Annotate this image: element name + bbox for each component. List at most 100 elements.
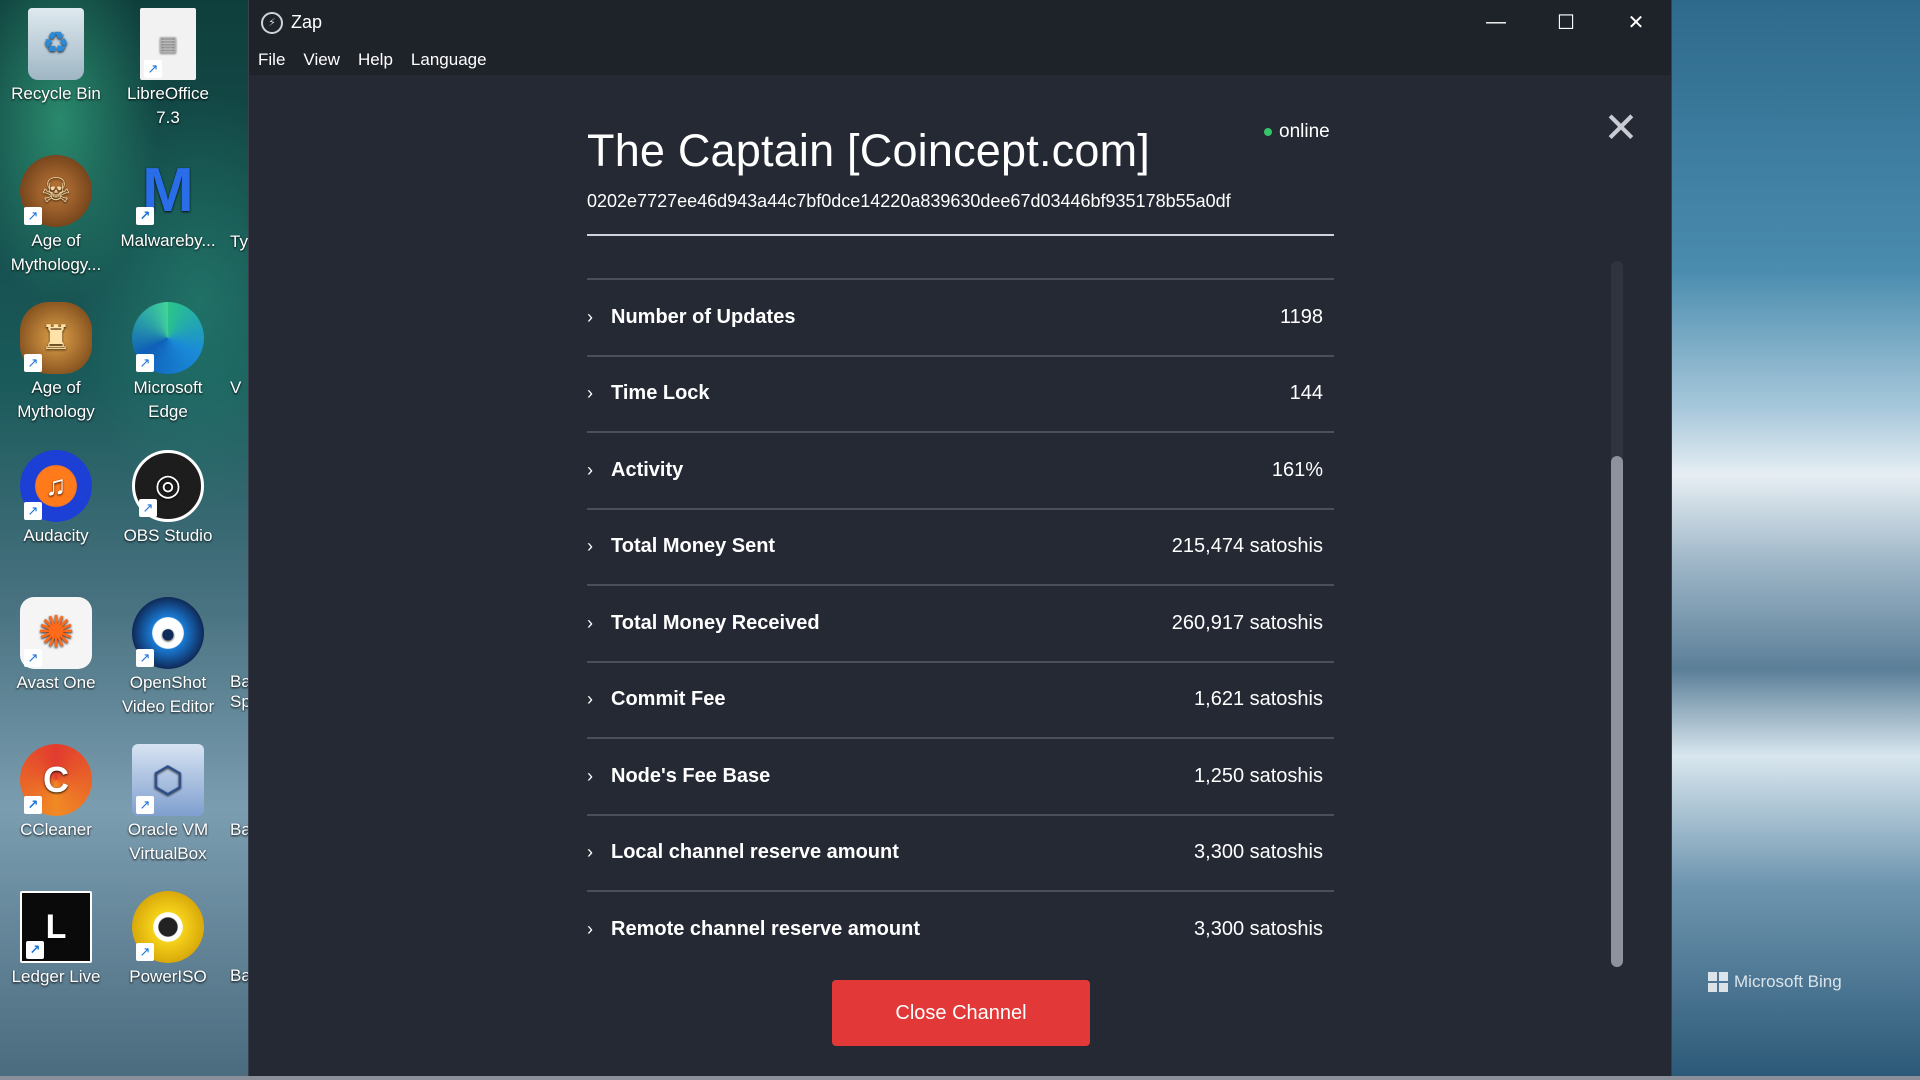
desktop-icon-label: Microsoft Edge [133,378,203,421]
menu-view[interactable]: View [303,50,340,70]
windows-logo-icon [1708,972,1728,992]
shortcut-arrow-icon: ↗ [136,943,154,961]
stat-row-remote-reserve[interactable]: › Remote channel reserve amount 3,300 sa… [587,890,1334,967]
desktop-icon-obs[interactable]: ◎ ↗ OBS Studio [116,450,220,548]
clipped-icon-label: Ba Sp [230,672,250,711]
desktop-icon-openshot[interactable]: ● ↗ OpenShot Video Editor [116,597,220,719]
stat-row-total-money-received[interactable]: › Total Money Received 260,917 satoshis [587,584,1334,661]
zap-logo-icon: ⚡ [261,11,283,34]
chevron-right-icon: › [587,842,593,863]
stat-row-activity[interactable]: › Activity 161% [587,431,1334,508]
menu-help[interactable]: Help [358,50,393,70]
scrollbar-thumb[interactable] [1611,456,1623,967]
desktop-icon-audacity[interactable]: ♫ ↗ Audacity [4,450,108,548]
menu-file[interactable]: File [258,50,285,70]
desktop-icon-recycle-bin[interactable]: ♻ Recycle Bin [4,8,108,106]
chevron-right-icon: › [587,459,593,480]
desktop-icon-libreoffice[interactable]: ▤ ↗ LibreOffice 7.3 [116,8,220,130]
stat-value: 260,917 satoshis [1171,611,1323,634]
status-label: online [1279,121,1330,142]
window-title: Zap [291,12,323,32]
desktop-icon-label: PowerISO [129,967,207,986]
maximize-icon[interactable]: ☐ [1531,0,1601,45]
stat-value: 3,300 satoshis [1194,917,1323,940]
stat-row-number-of-updates[interactable]: › Number of Updates 1198 [587,278,1334,355]
stat-row-total-money-sent[interactable]: › Total Money Sent 215,474 satoshis [587,507,1334,585]
desktop-icon-label: OpenShot Video Editor [121,673,215,716]
desktop-icon-ccleaner[interactable]: C ↗ CCleaner [4,744,108,842]
clipped-icon-label: Ba [230,820,248,839]
openshot-icon: ● ↗ [132,597,204,669]
stat-row-node-fee-base[interactable]: › Node's Fee Base 1,250 satoshis [587,737,1334,814]
desktop-icon-label: Avast One [16,673,96,692]
virtualbox-icon: ⬡ ↗ [132,744,204,816]
desktop-icon-label: Malwareby... [120,231,216,250]
stat-label: Time Lock [611,382,710,405]
libreoffice-icon: ▤ ↗ [140,8,196,80]
shortcut-arrow-icon: ↗ [136,649,154,667]
desktop-icon-label: OBS Studio [123,526,213,545]
status-dot-icon [1264,128,1272,136]
menu-language[interactable]: Language [411,50,487,70]
stat-label: Local channel reserve amount [611,841,899,864]
bing-credit: Microsoft Bing [1708,972,1842,992]
desktop-icon-edge[interactable]: ↗ Microsoft Edge [116,302,220,424]
stat-row-commit-fee[interactable]: › Commit Fee 1,621 satoshis [587,660,1334,738]
title-bar[interactable]: ⚡ Zap — ☐ ✕ [249,0,1671,45]
chevron-right-icon: › [587,765,593,786]
channel-detail-modal: ✕ The Captain [Coincept.com] 0202e7727ee… [249,75,1673,1080]
desktop-icon-ledger[interactable]: L ↗ Ledger Live [4,891,108,989]
close-window-icon[interactable]: ✕ [1601,0,1671,45]
desktop-icon-malwarebytes[interactable]: M ↗ Malwareby... [116,155,220,253]
wallpaper-right [1672,0,1920,1080]
close-channel-button[interactable]: Close Channel [832,980,1090,1046]
ledger-icon: L ↗ [20,891,92,963]
desktop-icon-label: Age of Mythology [17,378,95,421]
desktop-icon-virtualbox[interactable]: ⬡ ↗ Oracle VM VirtualBox [116,744,220,866]
zap-window: ⚡ Zap — ☐ ✕ File View Help Language ✕ Th… [248,0,1672,1080]
stat-value: 1198 [1279,305,1323,328]
header-divider [587,234,1334,236]
stat-label: Number of Updates [611,305,796,328]
shortcut-arrow-icon: ↗ [26,941,44,959]
chevron-right-icon: › [587,536,593,557]
desktop-icon-avast[interactable]: ✺ ↗ Avast One [4,597,108,695]
chevron-right-icon: › [587,689,593,710]
stat-value: 161% [1271,458,1323,481]
shortcut-arrow-icon: ↗ [136,207,154,225]
shortcut-arrow-icon: ↗ [144,60,162,78]
stat-value: 1,621 satoshis [1194,688,1323,711]
recycle-bin-icon: ♻ [28,8,84,80]
age-of-mythology-icon: ☠ ↗ [20,155,92,227]
chevron-right-icon: › [587,612,593,633]
minimize-icon[interactable]: — [1461,0,1531,45]
chevron-right-icon: › [587,306,593,327]
status-badge: online [1264,121,1330,143]
age-of-mythology-icon: ♜ ↗ [20,302,92,374]
desktop-icon-aom[interactable]: ♜ ↗ Age of Mythology [4,302,108,424]
stat-value: 215,474 satoshis [1171,535,1323,558]
channel-pubkey: 0202e7727ee46d943a44c7bf0dce14220a839630… [587,191,1231,211]
desktop-icon-poweriso[interactable]: ↗ PowerISO [116,891,220,989]
stat-label: Total Money Sent [611,535,776,558]
window-controls: — ☐ ✕ [1461,0,1671,45]
ccleaner-icon: C ↗ [20,744,92,816]
channel-stats-list: › Number of Updates 1198 › Time Lock 144… [587,278,1334,967]
shortcut-arrow-icon: ↗ [139,499,157,517]
bing-credit-label: Microsoft Bing [1734,972,1842,991]
stat-label: Activity [611,458,684,481]
stat-row-time-lock[interactable]: › Time Lock 144 [587,354,1334,432]
desktop-icon-label: Audacity [23,526,89,545]
desktop-icon-label: Oracle VM VirtualBox [127,820,209,863]
stat-value: 1,250 satoshis [1194,764,1323,787]
poweriso-icon: ↗ [132,891,204,963]
close-modal-icon[interactable]: ✕ [1603,107,1639,149]
desktop-icon-aom-extended[interactable]: ☠ ↗ Age of Mythology... [4,155,108,277]
shortcut-arrow-icon: ↗ [24,502,42,520]
desktop-icon-label: Age of Mythology... [10,231,102,274]
stat-label: Remote channel reserve amount [611,917,920,940]
taskbar-edge [0,1076,1920,1080]
stat-row-local-reserve[interactable]: › Local channel reserve amount 3,300 sat… [587,813,1334,891]
stat-value: 3,300 satoshis [1194,841,1323,864]
shortcut-arrow-icon: ↗ [24,796,42,814]
